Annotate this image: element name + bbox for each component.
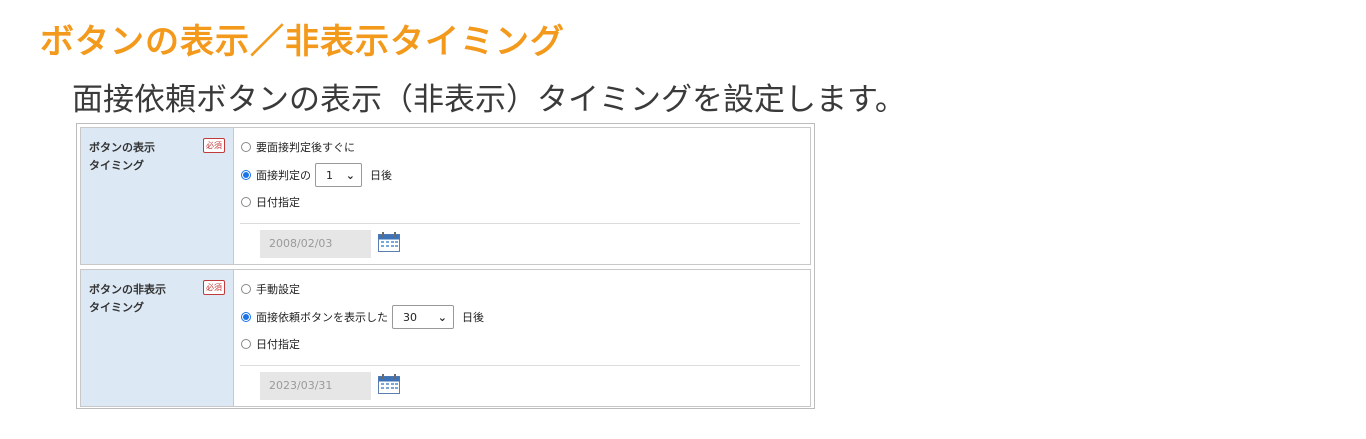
required-badge: 必須 xyxy=(203,280,225,295)
option-label: 手動設定 xyxy=(256,283,300,296)
required-badge: 必須 xyxy=(203,138,225,153)
divider xyxy=(240,223,800,224)
show-days-select[interactable]: 1 ⌄ xyxy=(315,163,362,187)
radio-unchecked[interactable] xyxy=(241,284,251,294)
option-suffix: 日後 xyxy=(462,311,484,324)
show-timing-row: ボタンの表示 タイミング 必須 要面接判定後すぐに 面接判定の 1 ⌄ 日後 日… xyxy=(80,127,811,265)
page-title: ボタンの表示／非表示タイミング xyxy=(40,22,565,62)
hide-date-input[interactable]: 2023/03/31 xyxy=(260,372,371,400)
hide-timing-label-cell: ボタンの非表示 タイミング 必須 xyxy=(81,270,234,406)
hide-timing-row: ボタンの非表示 タイミング 必須 手動設定 面接依頼ボタンを表示した 30 ⌄ … xyxy=(80,269,811,407)
show-option-immediately[interactable]: 要面接判定後すぐに xyxy=(241,139,355,155)
page-description: 面接依頼ボタンの表示（非表示）タイミングを設定します。 xyxy=(72,82,906,118)
timing-settings-panel: ボタンの表示 タイミング 必須 要面接判定後すぐに 面接判定の 1 ⌄ 日後 日… xyxy=(76,123,815,409)
show-option-date[interactable]: 日付指定 xyxy=(241,194,300,210)
chevron-down-icon: ⌄ xyxy=(345,168,355,182)
radio-unchecked[interactable] xyxy=(241,339,251,349)
hide-option-days-after[interactable]: 面接依頼ボタンを表示した 30 ⌄ 日後 xyxy=(241,305,484,329)
show-timing-label: ボタンの表示 タイミング xyxy=(89,141,155,172)
option-label: 日付指定 xyxy=(256,338,300,351)
option-label: 要面接判定後すぐに xyxy=(256,141,355,154)
calendar-icon[interactable] xyxy=(378,374,400,394)
select-value: 1 xyxy=(326,168,333,182)
hide-timing-label: ボタンの非表示 タイミング xyxy=(89,283,166,314)
radio-checked[interactable] xyxy=(241,312,251,322)
calendar-icon[interactable] xyxy=(378,232,400,252)
hide-option-date[interactable]: 日付指定 xyxy=(241,336,300,352)
divider xyxy=(240,365,800,366)
chevron-down-icon: ⌄ xyxy=(437,310,447,324)
hide-days-select[interactable]: 30 ⌄ xyxy=(392,305,454,329)
radio-unchecked[interactable] xyxy=(241,142,251,152)
option-label: 日付指定 xyxy=(256,196,300,209)
radio-checked[interactable] xyxy=(241,170,251,180)
select-value: 30 xyxy=(403,310,417,324)
hide-timing-options: 手動設定 面接依頼ボタンを表示した 30 ⌄ 日後 日付指定 2023/03/3… xyxy=(234,270,810,406)
option-prefix: 面接依頼ボタンを表示した xyxy=(256,311,388,324)
hide-option-manual[interactable]: 手動設定 xyxy=(241,281,300,297)
option-suffix: 日後 xyxy=(370,169,392,182)
radio-unchecked[interactable] xyxy=(241,197,251,207)
show-date-input[interactable]: 2008/02/03 xyxy=(260,230,371,258)
show-timing-label-cell: ボタンの表示 タイミング 必須 xyxy=(81,128,234,264)
option-prefix: 面接判定の xyxy=(256,169,311,182)
show-timing-options: 要面接判定後すぐに 面接判定の 1 ⌄ 日後 日付指定 2008/02/03 xyxy=(234,128,810,264)
show-option-days-after[interactable]: 面接判定の 1 ⌄ 日後 xyxy=(241,163,392,187)
